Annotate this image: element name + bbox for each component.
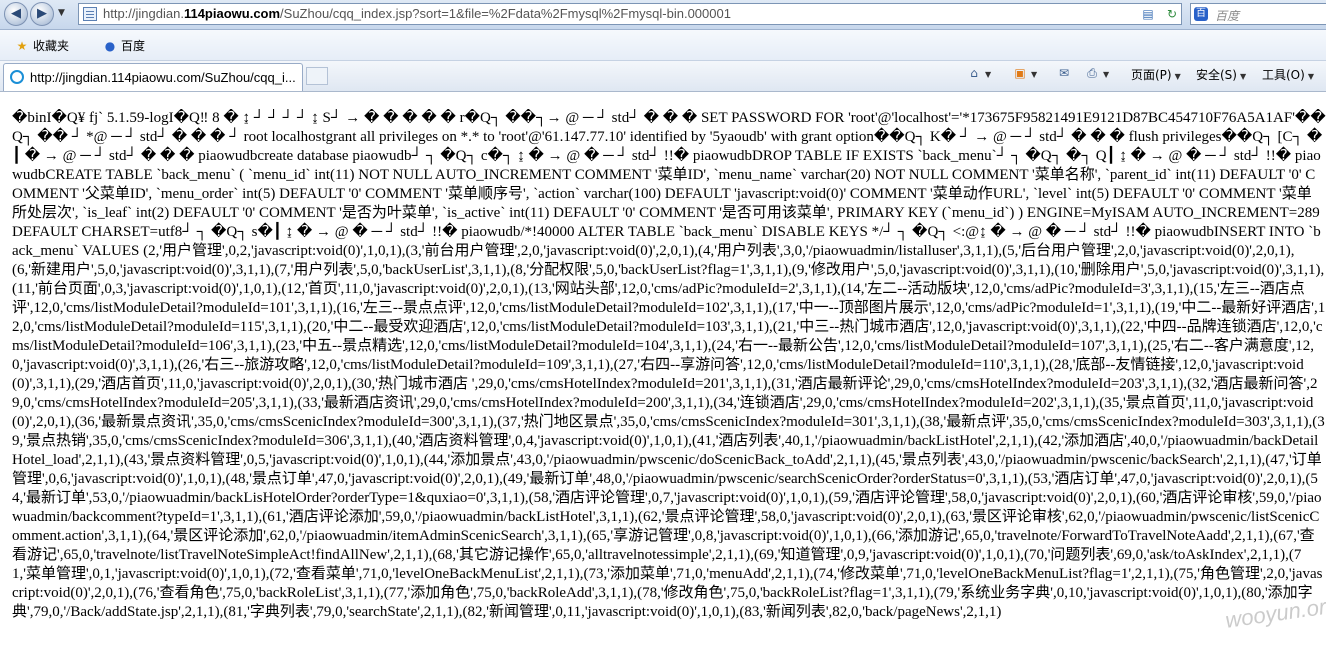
url-prefix: http://jingdian.	[103, 6, 184, 21]
rss-feed-icon: ▣	[1014, 66, 1026, 80]
paw-icon: ●	[104, 39, 116, 53]
compatibility-view-icon[interactable]: ▤	[1139, 6, 1157, 22]
chevron-down-icon: ▼	[985, 70, 992, 79]
url-domain: 114piaowu.com	[183, 6, 281, 21]
home-button[interactable]: ⌂ ▼	[966, 66, 991, 80]
mail-icon: ✉	[1058, 66, 1070, 80]
tools-menu-label: 工具(O)	[1262, 68, 1305, 82]
url-text[interactable]: http://jingdian.114piaowu.com/SuZhou/cqq…	[103, 6, 731, 21]
printer-icon: ⎙	[1087, 66, 1097, 80]
baidu-label: 百度	[121, 39, 146, 53]
star-icon: ★	[16, 39, 28, 53]
new-tab-button[interactable]	[306, 67, 328, 85]
chevron-down-icon: ▼	[1174, 72, 1181, 81]
print-button[interactable]: ⎙ ▼	[1084, 66, 1109, 81]
history-dropdown-icon[interactable]: ▼	[58, 8, 65, 18]
forward-arrow-icon[interactable]: ▶	[30, 2, 54, 26]
tab-title: http://jingdian.114piaowu.com/SuZhou/cqq…	[30, 70, 296, 85]
favorites-button[interactable]: ★ 收藏夹	[14, 37, 69, 54]
ie-icon	[10, 70, 24, 84]
chevron-down-icon: ▼	[1307, 72, 1314, 81]
chevron-down-icon: ▼	[1031, 70, 1038, 79]
feeds-button[interactable]: ▣ ▼	[1012, 66, 1037, 80]
page-icon	[83, 7, 97, 21]
favorites-bar: ★ 收藏夹 ● 百度	[0, 30, 1326, 61]
favorites-label: 收藏夹	[33, 39, 70, 53]
favorite-link-baidu[interactable]: ● 百度	[102, 37, 145, 54]
address-bar[interactable]: http://jingdian.114piaowu.com/SuZhou/cqq…	[78, 3, 1199, 25]
search-box[interactable]: 百 百度	[1190, 3, 1326, 25]
baidu-search-icon: 百	[1194, 7, 1208, 21]
page-menu-label: 页面(P)	[1131, 68, 1172, 82]
page-menu[interactable]: 页面(P) ▼	[1131, 66, 1181, 83]
chevron-down-icon: ▼	[1239, 72, 1247, 81]
tools-menu[interactable]: 工具(O) ▼	[1262, 66, 1314, 83]
search-placeholder[interactable]: 百度	[1215, 7, 1239, 24]
tab-command-bar: http://jingdian.114piaowu.com/SuZhou/cqq…	[0, 61, 1326, 92]
chevron-down-icon: ▼	[1103, 70, 1110, 79]
browser-tab[interactable]: http://jingdian.114piaowu.com/SuZhou/cqq…	[3, 63, 303, 91]
address-bar-row: ◀ ▶ ▼ http://jingdian.114piaowu.com/SuZh…	[0, 0, 1326, 30]
home-icon: ⌂	[970, 66, 978, 80]
safety-menu-label: 安全(S)	[1196, 68, 1237, 82]
refresh-icon[interactable]: ↻	[1163, 6, 1181, 22]
mail-button[interactable]: ✉	[1056, 66, 1072, 80]
safety-menu[interactable]: 安全(S) ▼	[1196, 66, 1246, 83]
back-arrow-icon[interactable]: ◀	[4, 2, 28, 26]
url-rest: /SuZhou/cqq_index.jsp?sort=1&file=%2Fdat…	[280, 6, 731, 21]
binlog-content: �binI�Q¥ fj` 5.1.59-logI�Q‼ 8 � ↨ ┘ ┘ ┘ …	[12, 110, 1326, 620]
